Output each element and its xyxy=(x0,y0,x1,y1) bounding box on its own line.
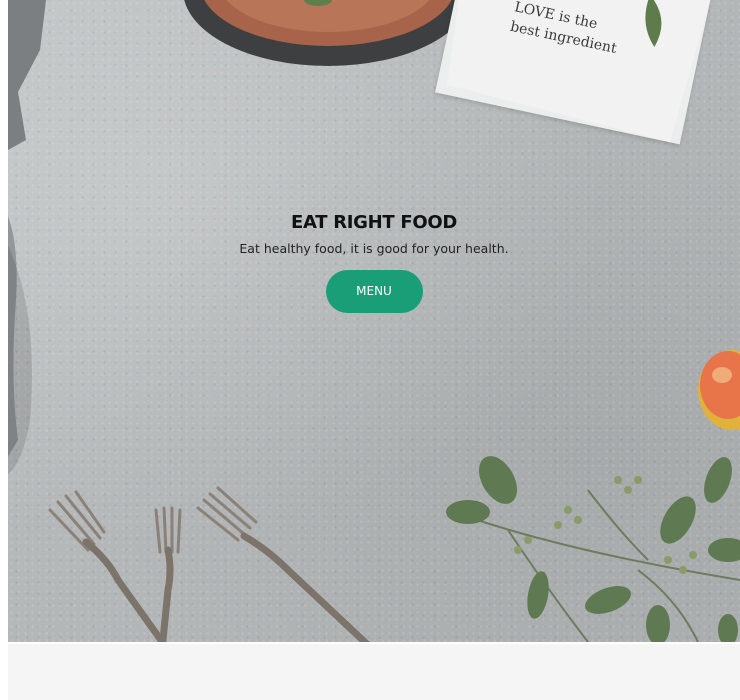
hero-subtitle: Eat healthy food, it is good for your he… xyxy=(239,241,509,256)
napkin: LOVE is the best ingredient xyxy=(435,0,711,145)
hero-section: LOVE is the best ingredient EAT RIGHT FO… xyxy=(8,0,740,642)
fork-icon xyxy=(48,486,370,642)
eucalyptus-icon xyxy=(446,456,740,642)
apple-icon xyxy=(698,350,740,430)
hero-content: EAT RIGHT FOOD Eat healthy food, it is g… xyxy=(8,212,740,313)
menu-button[interactable]: MENU xyxy=(325,270,423,313)
bottom-band xyxy=(8,644,740,700)
hero-title: EAT RIGHT FOOD xyxy=(291,212,457,233)
